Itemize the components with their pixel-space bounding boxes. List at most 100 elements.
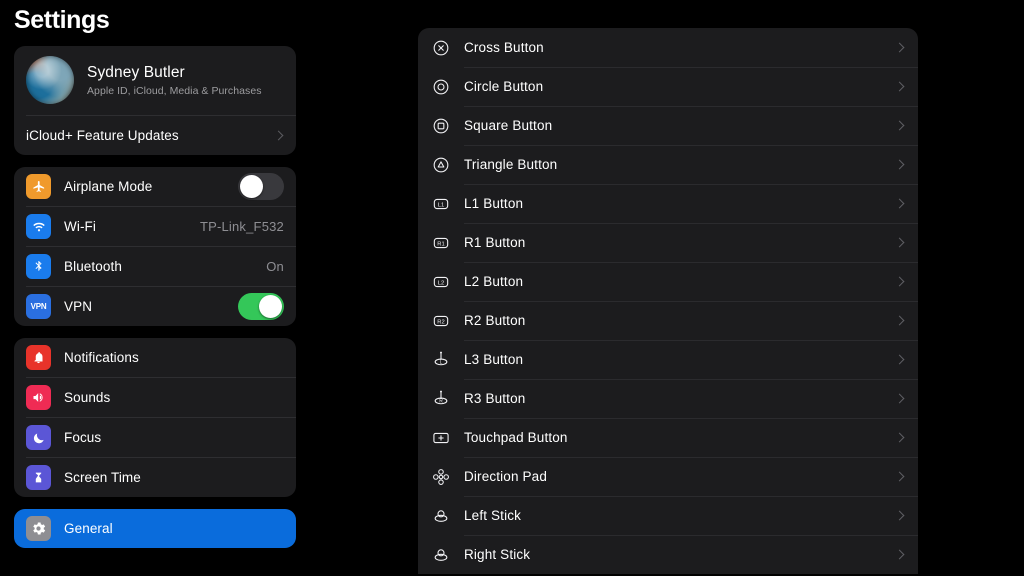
- apple-account-row[interactable]: Sydney Butler Apple ID, iCloud, Media & …: [14, 46, 296, 115]
- sidebar-item-label: Bluetooth: [64, 259, 122, 274]
- list-item[interactable]: R2 R2 Button: [418, 301, 918, 340]
- circle-button-icon: [430, 76, 452, 98]
- list-item[interactable]: Direction Pad: [418, 457, 918, 496]
- list-item-label: Left Stick: [464, 508, 522, 523]
- list-item-label: Triangle Button: [464, 157, 558, 172]
- wifi-icon: [26, 214, 51, 239]
- sidebar-item-label: iCloud+ Feature Updates: [26, 128, 179, 143]
- triangle-button-icon: [430, 154, 452, 176]
- list-item-label: Square Button: [464, 118, 553, 133]
- chevron-right-icon: [894, 42, 905, 53]
- airplane-icon: [26, 174, 51, 199]
- r2-trigger-icon: R2: [430, 310, 452, 332]
- moon-icon: [26, 425, 51, 450]
- list-item[interactable]: Triangle Button: [418, 145, 918, 184]
- svg-text:L: L: [440, 359, 443, 365]
- list-item[interactable]: Right Stick: [418, 535, 918, 574]
- svg-text:L1: L1: [438, 202, 444, 208]
- settings-sidebar: Settings Sydney Butler Apple ID, iCloud,…: [0, 0, 310, 576]
- list-item-label: Cross Button: [464, 40, 544, 55]
- list-item-label: L1 Button: [464, 196, 524, 211]
- svg-text:R1: R1: [437, 241, 444, 247]
- right-stick-icon: [430, 544, 452, 566]
- list-item[interactable]: L2 L2 Button: [418, 262, 918, 301]
- list-item[interactable]: R R3 Button: [418, 379, 918, 418]
- list-item[interactable]: Circle Button: [418, 67, 918, 106]
- svg-text:L2: L2: [438, 280, 444, 286]
- r3-stick-icon: R: [430, 388, 452, 410]
- list-item-label: R3 Button: [464, 391, 526, 406]
- list-item-label: L3 Button: [464, 352, 524, 367]
- touchpad-icon: [430, 427, 452, 449]
- list-item[interactable]: Cross Button: [418, 28, 918, 67]
- sidebar-item-label: Notifications: [64, 350, 139, 365]
- system-card: General: [14, 509, 296, 548]
- list-item-label: Right Stick: [464, 547, 531, 562]
- toggle-knob: [259, 295, 282, 318]
- sidebar-item-general[interactable]: General: [14, 509, 296, 548]
- toggle-knob: [240, 175, 263, 198]
- chevron-right-icon: [894, 471, 905, 482]
- airplane-mode-toggle[interactable]: [238, 173, 284, 200]
- dpad-icon: [430, 466, 452, 488]
- bluetooth-icon: [26, 254, 51, 279]
- chevron-right-icon: [894, 315, 905, 326]
- user-avatar-photo: [26, 56, 74, 104]
- list-item[interactable]: Left Stick: [418, 496, 918, 535]
- sidebar-item-screen-time[interactable]: Screen Time: [14, 458, 296, 497]
- chevron-right-icon: [894, 393, 905, 404]
- list-item[interactable]: L1 L1 Button: [418, 184, 918, 223]
- gear-icon: [26, 516, 51, 541]
- sidebar-item-icloud-feature-updates[interactable]: iCloud+ Feature Updates: [14, 116, 296, 155]
- sidebar-item-label: Screen Time: [64, 470, 141, 485]
- sidebar-item-bluetooth[interactable]: Bluetooth On: [14, 247, 296, 286]
- sidebar-item-label: Focus: [64, 430, 102, 445]
- chevron-right-icon: [894, 276, 905, 287]
- sidebar-item-label: Sounds: [64, 390, 111, 405]
- vpn-icon: VPN: [26, 294, 51, 319]
- settings-screen: Settings Sydney Butler Apple ID, iCloud,…: [0, 0, 1024, 576]
- account-subtitle: Apple ID, iCloud, Media & Purchases: [87, 84, 262, 97]
- list-item[interactable]: L L3 Button: [418, 340, 918, 379]
- chevron-right-icon: [894, 354, 905, 365]
- chevron-right-icon: [894, 81, 905, 92]
- account-name: Sydney Butler: [87, 63, 185, 81]
- sidebar-item-label: Airplane Mode: [64, 179, 153, 194]
- square-button-icon: [430, 115, 452, 137]
- list-item-label: R1 Button: [464, 235, 526, 250]
- sidebar-item-airplane-mode[interactable]: Airplane Mode: [14, 167, 296, 206]
- chevron-right-icon: [894, 549, 905, 560]
- page-title: Settings: [14, 6, 110, 34]
- chevron-right-icon: [894, 237, 905, 248]
- connectivity-card: Airplane Mode Wi-Fi TP-Link_F532 Bluetooth O…: [14, 167, 296, 326]
- speaker-icon: [26, 385, 51, 410]
- list-item-label: L2 Button: [464, 274, 524, 289]
- sidebar-item-sounds[interactable]: Sounds: [14, 378, 296, 417]
- sidebar-item-focus[interactable]: Focus: [14, 418, 296, 457]
- account-card: Sydney Butler Apple ID, iCloud, Media & …: [14, 46, 296, 155]
- sidebar-item-vpn[interactable]: VPN VPN: [14, 287, 296, 326]
- sidebar-item-wi-fi[interactable]: Wi-Fi TP-Link_F532: [14, 207, 296, 246]
- r1-shoulder-icon: R1: [430, 232, 452, 254]
- list-item[interactable]: R1 R1 Button: [418, 223, 918, 262]
- chevron-right-icon: [273, 130, 284, 141]
- cross-button-icon: [430, 37, 452, 59]
- left-stick-icon: [430, 505, 452, 527]
- l1-shoulder-icon: L1: [430, 193, 452, 215]
- chevron-right-icon: [894, 432, 905, 443]
- sidebar-item-notifications[interactable]: Notifications: [14, 338, 296, 377]
- l2-trigger-icon: L2: [430, 271, 452, 293]
- list-item[interactable]: Square Button: [418, 106, 918, 145]
- vpn-toggle[interactable]: [238, 293, 284, 320]
- alerts-card: Notifications Sounds Focus Screen Time: [14, 338, 296, 497]
- chevron-right-icon: [894, 198, 905, 209]
- list-item-label: Circle Button: [464, 79, 544, 94]
- l3-stick-icon: L: [430, 349, 452, 371]
- controller-buttons-panel: Cross Button Circle Button Square Button Tr…: [418, 28, 918, 574]
- list-item[interactable]: Touchpad Button: [418, 418, 918, 457]
- chevron-right-icon: [894, 510, 905, 521]
- svg-text:R: R: [439, 398, 443, 404]
- chevron-right-icon: [894, 159, 905, 170]
- list-item-label: Touchpad Button: [464, 430, 568, 445]
- sidebar-item-value: TP-Link_F532: [199, 219, 284, 234]
